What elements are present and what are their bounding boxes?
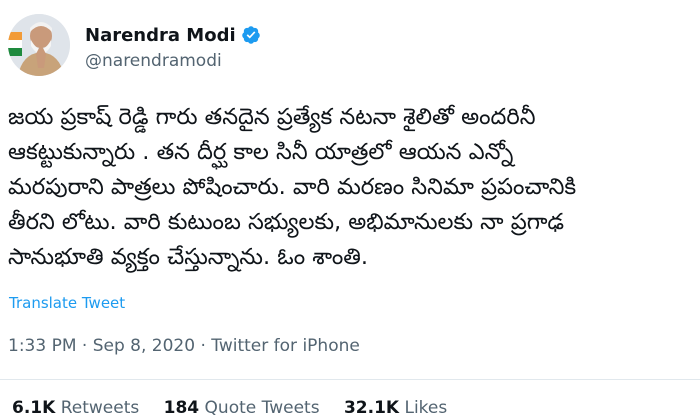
tweet-date[interactable]: Sep 8, 2020 — [93, 336, 195, 356]
author-handle[interactable]: @narendramodi — [85, 51, 261, 71]
tweet-author: Narendra Modi @narendramodi — [85, 23, 261, 71]
likes-count: 32.1K — [343, 398, 400, 418]
translate-tweet-link[interactable]: Translate Tweet — [9, 294, 125, 312]
retweets-stat[interactable]: 6.1K Retweets — [12, 398, 139, 418]
quote-tweets-stat[interactable]: 184 Quote Tweets — [164, 398, 320, 418]
tweet-text-line: జయ ప్రకాష్ రెడ్డి గారు తనదైన ప్రత్యేక నట… — [8, 104, 536, 130]
verified-badge-icon — [241, 25, 261, 45]
tweet-time[interactable]: 1:33 PM — [8, 336, 77, 356]
tweet-text-line: ఆకట్టుకున్నారు . తన దీర్ఘ కాల సినీ యాత్ర… — [8, 139, 514, 165]
tweet-text-line: సానుభూతి వ్యక్తం చేస్తున్నాను. ఓం శాంతి. — [8, 244, 369, 270]
likes-stat[interactable]: 32.1K Likes — [344, 398, 447, 418]
quote-tweets-label: Quote Tweets — [204, 398, 320, 418]
avatar[interactable] — [8, 14, 70, 76]
tweet-text: జయ ప్రకాష్ రెడ్డి గారు తనదైన ప్రత్యేక నట… — [8, 100, 698, 275]
tweet-source[interactable]: Twitter for iPhone — [211, 336, 360, 356]
meta-separator: · — [81, 336, 88, 356]
profile-photo-icon — [8, 14, 70, 76]
tweet-meta: 1:33 PM · Sep 8, 2020 · Twitter for iPho… — [8, 336, 360, 356]
likes-label: Likes — [404, 398, 448, 418]
retweets-label: Retweets — [60, 398, 140, 418]
meta-separator: · — [200, 336, 206, 356]
tweet-stats: 6.1K Retweets 184 Quote Tweets 32.1K Lik… — [12, 398, 466, 418]
quote-tweets-count: 184 — [163, 398, 200, 418]
author-display-name[interactable]: Narendra Modi — [85, 25, 236, 46]
tweet-text-line: తీరని లోటు. వారి కుటుంబ సభ్యులకు, అభిమాన… — [8, 209, 565, 235]
divider — [0, 379, 700, 380]
tweet-text-line: మరపురాని పాత్రలు పోషించారు. వారి మరణం సి… — [8, 174, 577, 200]
retweets-count: 6.1K — [12, 398, 56, 418]
